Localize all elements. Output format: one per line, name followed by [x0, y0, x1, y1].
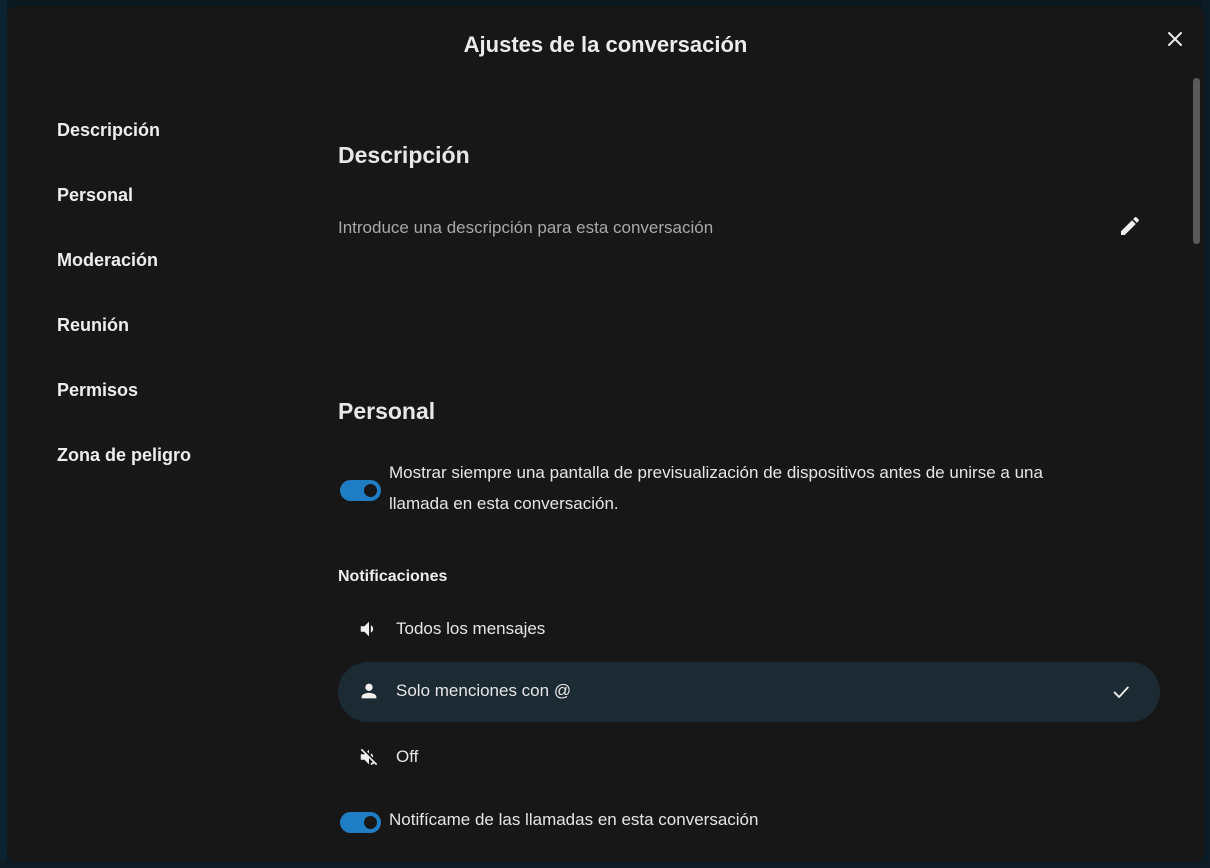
nav-item-zona-de-peligro[interactable]: Zona de peligro	[57, 443, 191, 508]
notif-option-all-messages[interactable]: Todos los mensajes	[338, 600, 1160, 660]
notif-option-label: Todos los mensajes	[396, 619, 546, 638]
notif-option-mentions[interactable]: Solo menciones con @	[338, 662, 1160, 722]
edit-description-button[interactable]	[1118, 214, 1142, 238]
call-notifications-label: Notifícame de las llamadas en esta conve…	[389, 810, 759, 829]
nav-item-permisos[interactable]: Permisos	[57, 378, 191, 443]
device-preview-label-line2: llamada en esta conversación.	[389, 494, 619, 513]
nav-item-personal[interactable]: Personal	[57, 183, 191, 248]
notif-option-label: Off	[396, 747, 419, 766]
close-icon	[1168, 32, 1182, 46]
device-preview-toggle[interactable]	[340, 480, 381, 501]
volume-off-icon	[360, 748, 378, 766]
nav-item-descripcion[interactable]: Descripción	[57, 118, 191, 183]
settings-dialog: Ajustes de la conversación Descripción P…	[7, 6, 1204, 862]
settings-content: Descripción Introduce una descripción pa…	[338, 6, 1168, 862]
notif-option-off[interactable]: Off	[338, 728, 1160, 788]
section-title-description: Descripción	[338, 142, 470, 168]
nav-item-reunion[interactable]: Reunión	[57, 313, 191, 378]
pencil-icon	[1121, 216, 1140, 235]
section-title-personal: Personal	[338, 398, 436, 424]
description-placeholder[interactable]: Introduce una descripción para esta conv…	[338, 218, 713, 238]
notifications-title: Notificaciones	[338, 568, 448, 585]
account-icon	[361, 683, 377, 699]
volume-icon	[360, 621, 374, 637]
check-icon	[1113, 686, 1129, 698]
settings-nav: Descripción Personal Moderación Reunión …	[57, 118, 191, 508]
scrollbar-thumb[interactable]	[1193, 78, 1200, 244]
call-notifications-toggle[interactable]	[340, 812, 381, 833]
device-preview-label: Mostrar siempre una pantalla de previsua…	[389, 457, 1043, 519]
device-preview-label-line1: Mostrar siempre una pantalla de previsua…	[389, 463, 1043, 482]
notif-option-label: Solo menciones con @	[396, 681, 572, 700]
nav-item-moderacion[interactable]: Moderación	[57, 248, 191, 313]
backdrop-edge-left	[0, 0, 7, 868]
